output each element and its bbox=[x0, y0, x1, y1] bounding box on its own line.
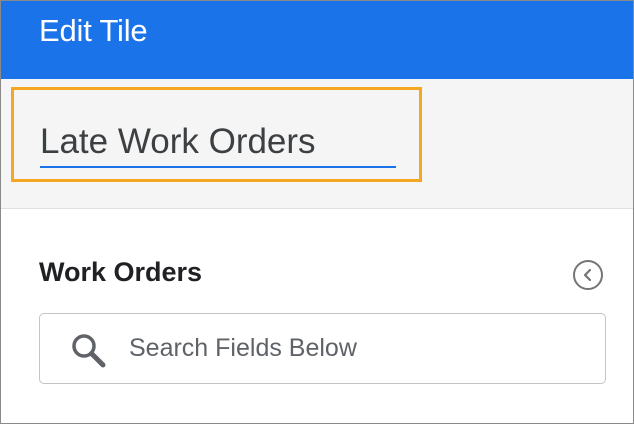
tile-title-input[interactable] bbox=[40, 118, 396, 168]
edit-tile-panel: Edit Tile Work Orders bbox=[0, 0, 634, 424]
panel-header: Edit Tile bbox=[1, 1, 633, 79]
collapse-button[interactable] bbox=[573, 260, 603, 290]
title-highlight-box bbox=[11, 87, 422, 182]
chevron-left-circle-icon bbox=[583, 268, 592, 282]
tile-title-area bbox=[1, 79, 633, 209]
panel-title: Edit Tile bbox=[39, 13, 148, 48]
search-input[interactable] bbox=[129, 328, 579, 368]
section-heading: Work Orders bbox=[39, 257, 203, 287]
search-field[interactable] bbox=[39, 313, 606, 384]
search-icon bbox=[72, 334, 106, 368]
